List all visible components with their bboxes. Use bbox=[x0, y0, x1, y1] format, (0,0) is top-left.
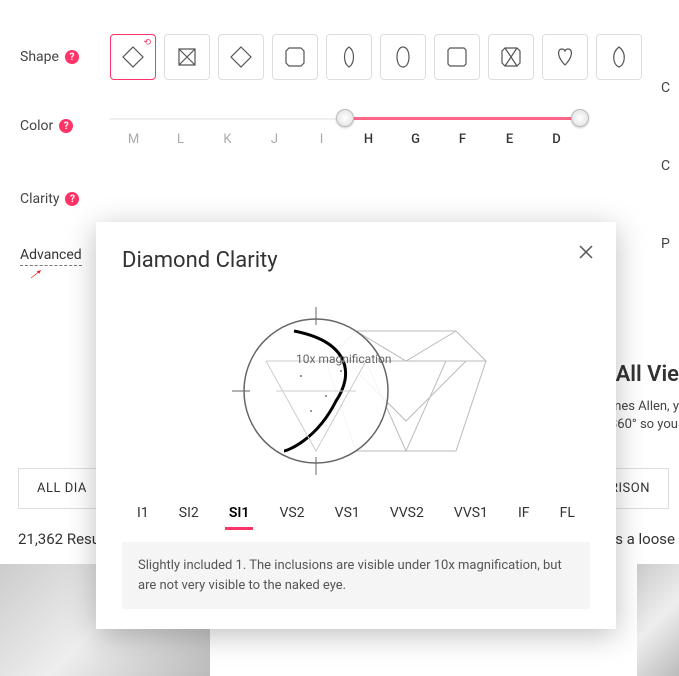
shape-options: ⟲ bbox=[110, 34, 642, 80]
color-grade-F: F bbox=[439, 132, 486, 147]
shape-emerald[interactable] bbox=[272, 34, 318, 80]
close-icon[interactable] bbox=[576, 242, 596, 262]
slider-handle-min[interactable] bbox=[336, 109, 354, 127]
clarity-diagram bbox=[122, 301, 590, 481]
modal-title: Diamond Clarity bbox=[122, 248, 590, 273]
help-icon[interactable]: ? bbox=[59, 119, 73, 133]
clarity-modal: Diamond Clarity 10x magnificati bbox=[96, 222, 616, 629]
as-loose-text: as a loose bbox=[607, 530, 675, 548]
clarity-tab-VS2[interactable]: VS2 bbox=[275, 499, 308, 530]
color-grade-E: E bbox=[486, 132, 533, 147]
help-icon[interactable]: ? bbox=[65, 50, 79, 64]
shape-heart[interactable] bbox=[542, 34, 588, 80]
shape-cushion[interactable] bbox=[218, 34, 264, 80]
shape-asscher[interactable] bbox=[488, 34, 534, 80]
all-view-sub: mes Allen, y 360° so you bbox=[610, 398, 679, 434]
clarity-tab-VS1[interactable]: VS1 bbox=[331, 499, 364, 530]
reset-icon[interactable]: ⟲ bbox=[143, 38, 151, 48]
clarity-tab-FL[interactable]: FL bbox=[556, 499, 579, 530]
color-label: Color ? bbox=[20, 118, 110, 134]
right-cutoff-labels: C C P bbox=[661, 80, 679, 314]
color-grade-D: D bbox=[533, 132, 580, 147]
color-slider: MLKJIHGFED bbox=[110, 118, 639, 147]
clarity-tab-SI1[interactable]: SI1 bbox=[225, 499, 254, 530]
clarity-description: Slightly included 1. The inclusions are … bbox=[122, 542, 590, 609]
slider-handle-max[interactable] bbox=[571, 109, 589, 127]
shape-round[interactable]: ⟲ bbox=[110, 34, 156, 80]
color-grade-I: I bbox=[298, 132, 345, 147]
color-grade-L: L bbox=[157, 132, 204, 147]
shape-marquise[interactable] bbox=[326, 34, 372, 80]
color-grade-K: K bbox=[204, 132, 251, 147]
shape-label: Shape ? bbox=[20, 49, 110, 65]
color-grade-M: M bbox=[110, 132, 157, 147]
shape-radiant[interactable] bbox=[434, 34, 480, 80]
tab-all-diamonds[interactable]: ALL DIA bbox=[18, 468, 106, 509]
all-view-heading: All Vie bbox=[616, 362, 679, 387]
slider-track[interactable] bbox=[110, 118, 580, 120]
color-grade-G: G bbox=[392, 132, 439, 147]
clarity-tab-I1[interactable]: I1 bbox=[133, 499, 153, 530]
magnification-label: 10x magnification bbox=[296, 352, 392, 366]
results-count: 21,362 Resul bbox=[18, 530, 104, 548]
clarity-tab-VVS1[interactable]: VVS1 bbox=[450, 499, 492, 530]
clarity-tab-VVS2[interactable]: VVS2 bbox=[386, 499, 428, 530]
color-grade-H: H bbox=[345, 132, 392, 147]
diamond-thumbnail[interactable] bbox=[637, 564, 679, 676]
clarity-tab-SI2[interactable]: SI2 bbox=[175, 499, 203, 530]
clarity-tabs: I1 SI2 SI1 VS2 VS1 VVS2 VVS1 IF FL bbox=[122, 499, 590, 530]
help-icon[interactable]: ? bbox=[65, 192, 79, 206]
clarity-label: Clarity ? bbox=[20, 191, 110, 207]
shape-princess[interactable] bbox=[164, 34, 210, 80]
clarity-tab-IF[interactable]: IF bbox=[514, 499, 534, 530]
color-grade-J: J bbox=[251, 132, 298, 147]
shape-oval[interactable] bbox=[380, 34, 426, 80]
shape-pear[interactable] bbox=[596, 34, 642, 80]
